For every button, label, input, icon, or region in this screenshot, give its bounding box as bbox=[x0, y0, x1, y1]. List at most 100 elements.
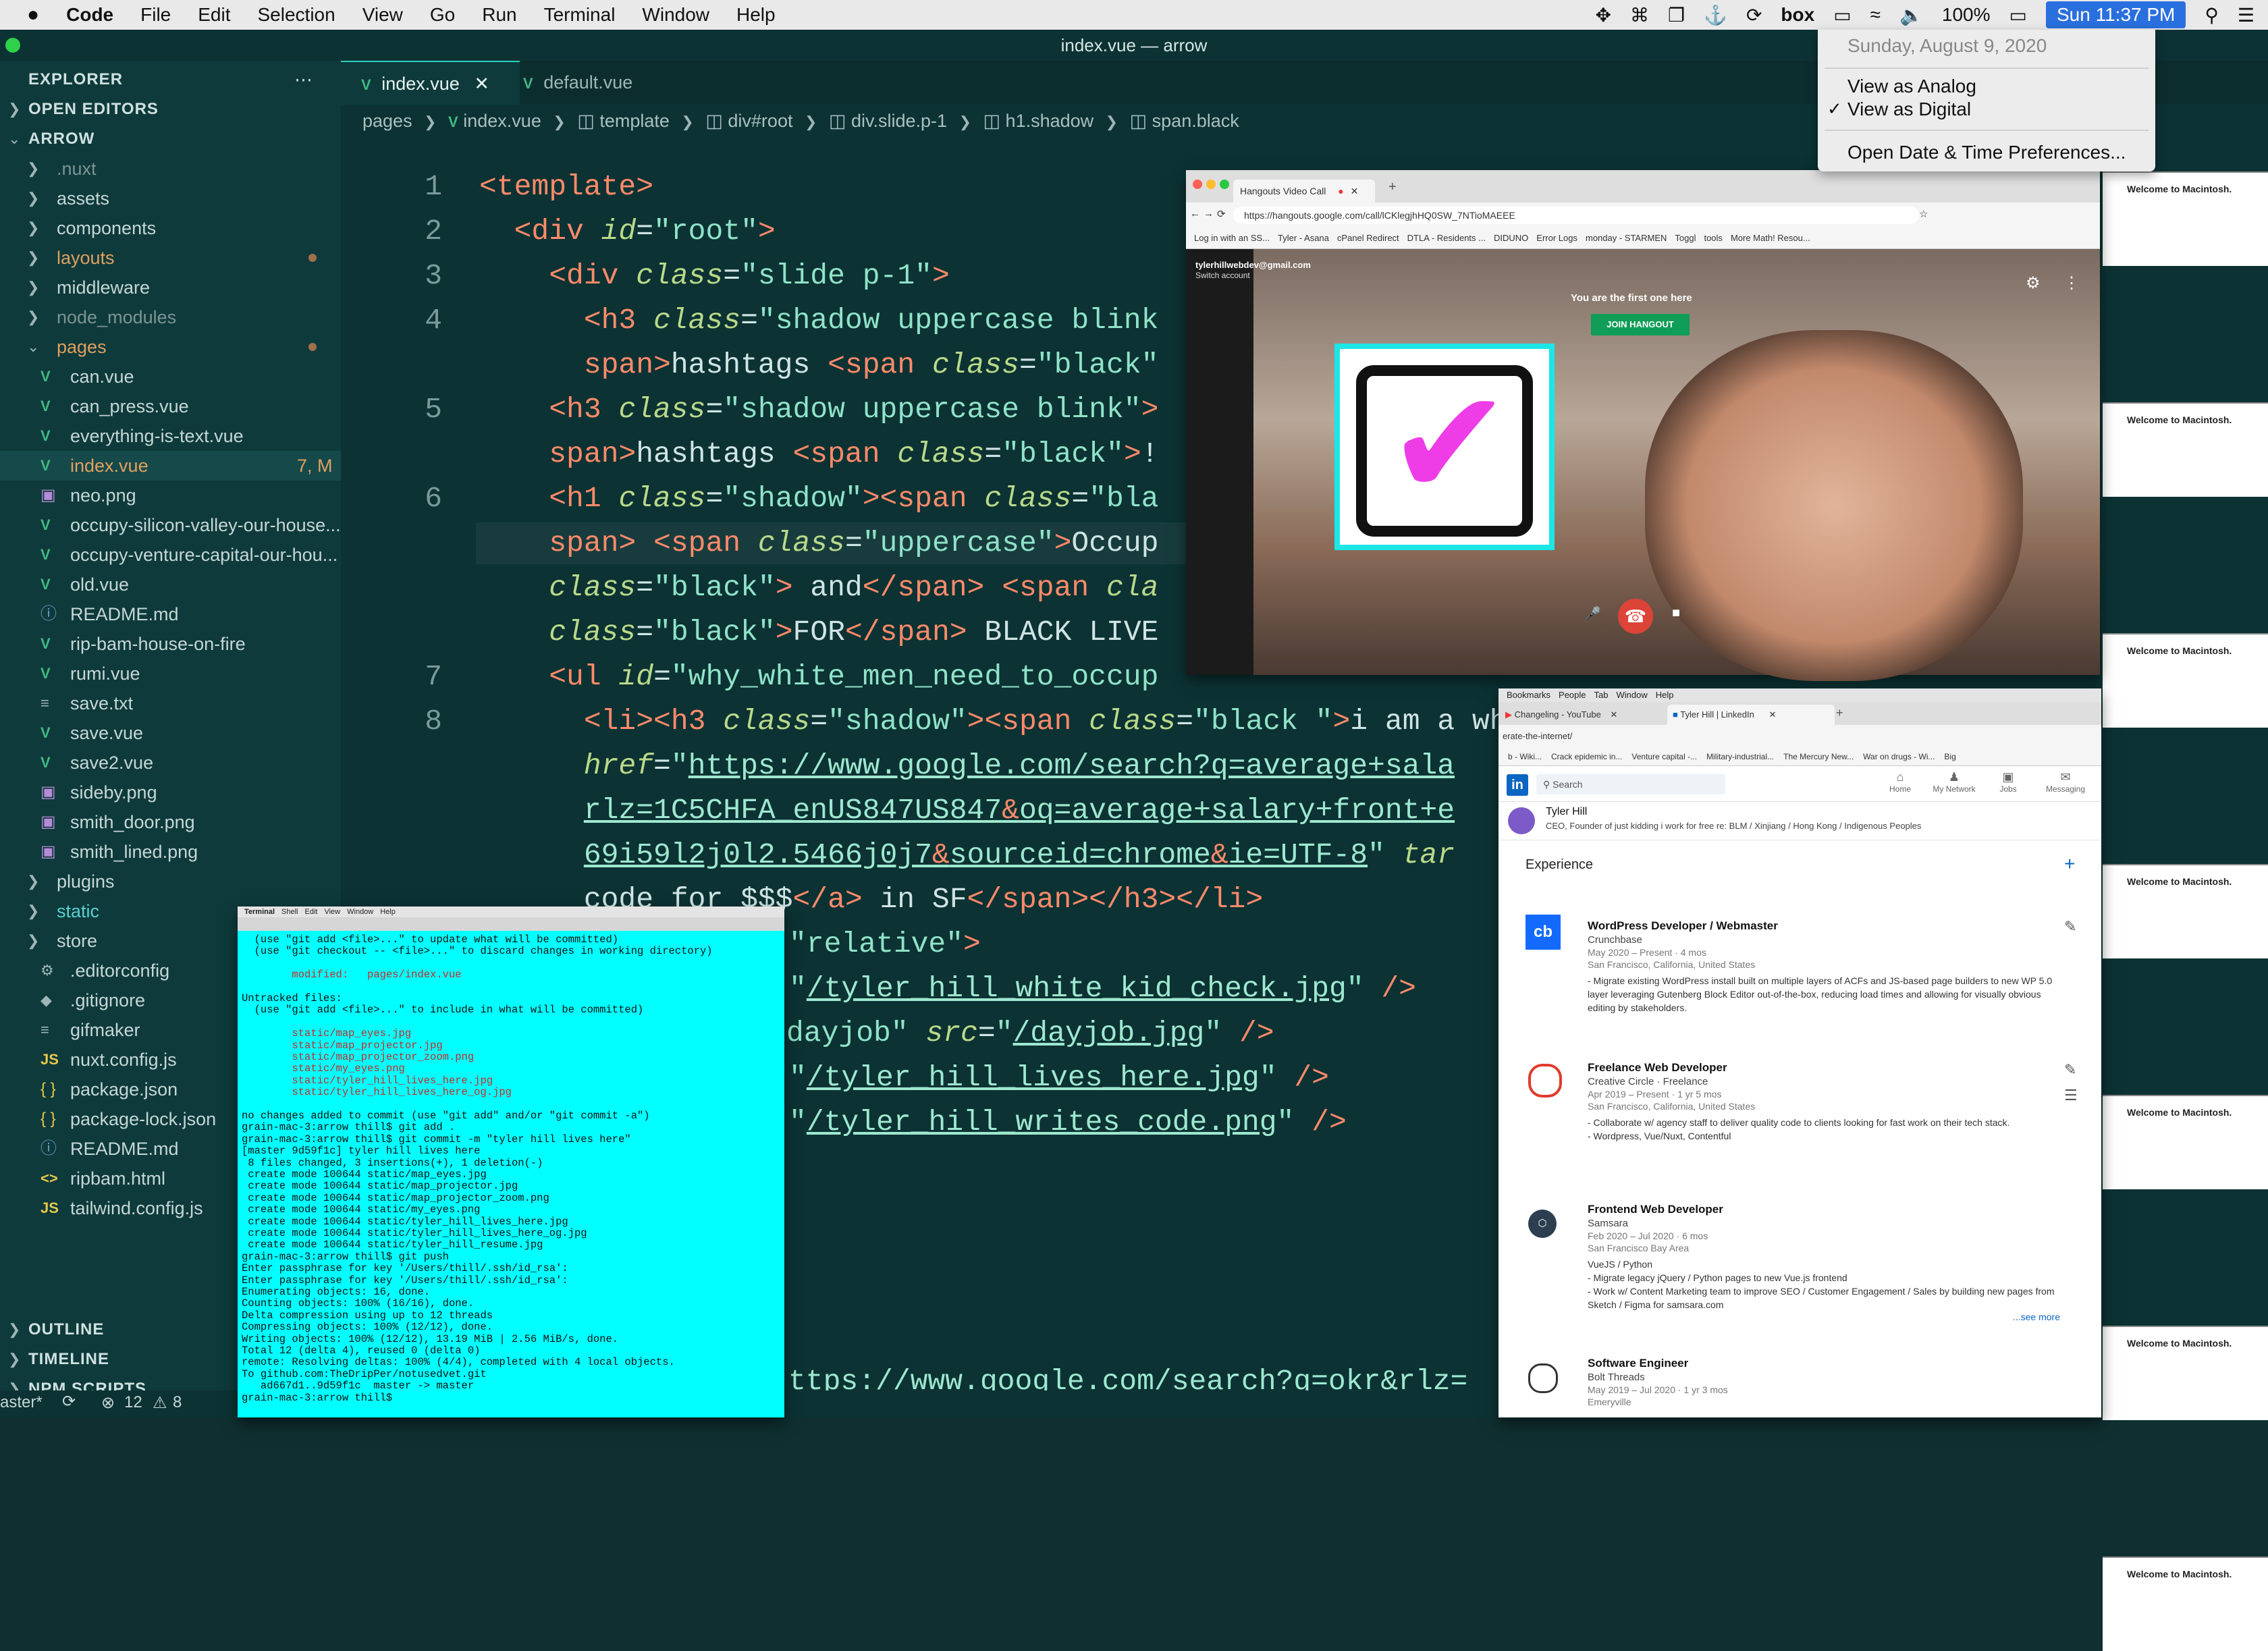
job-title[interactable]: Frontend Web Developer bbox=[1588, 1203, 2060, 1216]
battery-icon[interactable]: ▭ bbox=[2009, 4, 2027, 26]
menu-help[interactable]: Help bbox=[736, 4, 776, 26]
view-analog-item[interactable]: View as Analog bbox=[1847, 76, 1976, 97]
box-icon[interactable]: box bbox=[1781, 4, 1814, 26]
menu-view[interactable]: View bbox=[362, 4, 403, 26]
nav-messaging[interactable]: ✉ Messaging bbox=[2039, 770, 2092, 794]
window-stack-icon[interactable]: ❐ bbox=[1668, 4, 1685, 26]
tree-item[interactable]: Veverything-is-text.vue bbox=[0, 421, 341, 451]
view-digital-item[interactable]: View as Digital bbox=[1847, 99, 1971, 120]
breadcrumb-item[interactable]: div.slide.p-1 bbox=[851, 111, 947, 131]
slide-thumbnail[interactable]: Welcome to Macintosh. bbox=[2103, 1326, 2268, 1420]
tree-item[interactable]: ❯ components bbox=[0, 213, 341, 243]
tree-item[interactable]: Vindex.vue 7, M bbox=[0, 451, 341, 481]
job-title[interactable]: Software Engineer bbox=[1588, 1357, 2060, 1370]
wifi-icon[interactable]: ≈ bbox=[1870, 4, 1881, 26]
close-icon[interactable]: ✕ bbox=[1351, 186, 1359, 196]
warning-icon[interactable]: ⚠ bbox=[153, 1393, 167, 1413]
tree-item[interactable]: ▣ smith_door.png bbox=[0, 807, 341, 837]
close-icon[interactable]: ✕ bbox=[1610, 709, 1617, 720]
search-input[interactable]: ⚲ Search bbox=[1536, 774, 1725, 794]
bookmark-item[interactable]: DIDUNO bbox=[1494, 233, 1528, 243]
tab-index-vue[interactable]: V index.vue ✕ bbox=[341, 61, 520, 105]
tree-item[interactable]: ▣ neo.png bbox=[0, 481, 341, 510]
see-more-link[interactable]: ...see more bbox=[1588, 1311, 2060, 1322]
tab-hangouts[interactable]: Hangouts Video Call ● ✕ bbox=[1233, 180, 1375, 202]
bookmark-item[interactable]: Venture capital -... bbox=[1631, 752, 1697, 761]
join-hangout-button[interactable]: JOIN HANGOUT bbox=[1591, 314, 1690, 335]
volume-icon[interactable]: 🔈 bbox=[1899, 4, 1923, 26]
tree-item[interactable]: ▣ smith_lined.png bbox=[0, 837, 341, 867]
breadcrumb-item[interactable]: template bbox=[599, 111, 670, 131]
nav-my-network[interactable]: ♟ My Network bbox=[1924, 770, 1985, 794]
menu-file[interactable]: File bbox=[140, 4, 171, 26]
tree-item[interactable]: ❯ plugins bbox=[0, 867, 341, 896]
slide-thumbnail[interactable]: Welcome to Macintosh. bbox=[2103, 1095, 2268, 1189]
tree-item[interactable]: ⓘ README.md bbox=[0, 599, 341, 629]
url-text[interactable]: erate-the-internet/ bbox=[1503, 731, 1572, 741]
bookmark-item[interactable]: Big bbox=[1944, 752, 1955, 761]
menu-item[interactable]: Tab bbox=[1594, 690, 1609, 700]
close-window-button[interactable] bbox=[1193, 180, 1202, 189]
more-options-icon[interactable]: ⋮ bbox=[2063, 273, 2080, 293]
camera-icon[interactable]: ■ bbox=[1672, 605, 1680, 621]
bookmark-item[interactable]: b - Wiki... bbox=[1508, 752, 1542, 761]
breadcrumb-item[interactable]: h1.shadow bbox=[1006, 111, 1094, 131]
tree-item[interactable]: Voccupy-silicon-valley-our-house... bbox=[0, 510, 341, 540]
bookmark-item[interactable]: monday - STARMEN bbox=[1586, 233, 1667, 243]
close-icon[interactable]: ✕ bbox=[474, 74, 489, 94]
tree-item[interactable]: ❯ middleware bbox=[0, 273, 341, 302]
star-icon[interactable]: ☆ bbox=[1919, 208, 1928, 220]
error-icon[interactable]: ⊗ bbox=[101, 1393, 115, 1413]
end-call-icon[interactable]: ☎ bbox=[1618, 599, 1653, 634]
linkedin-logo[interactable]: in bbox=[1507, 774, 1528, 796]
edit-pencil-icon[interactable]: ✎ bbox=[2064, 1061, 2076, 1079]
tree-item[interactable]: Vrumi.vue bbox=[0, 659, 341, 688]
tree-item[interactable]: Vcan_press.vue bbox=[0, 391, 341, 421]
tree-item[interactable]: Vold.vue bbox=[0, 570, 341, 599]
new-tab-icon[interactable]: + bbox=[1388, 180, 1397, 195]
sync-icon[interactable]: ⟳ bbox=[1746, 4, 1762, 26]
add-experience-icon[interactable]: + bbox=[2064, 853, 2075, 875]
bookmark-item[interactable]: Tyler - Asana bbox=[1278, 233, 1329, 243]
apple-menu-icon[interactable]: ● bbox=[27, 3, 39, 26]
bookmark-item[interactable]: Toggl bbox=[1675, 233, 1696, 243]
bookmark-item[interactable]: Crack epidemic in... bbox=[1551, 752, 1622, 761]
breadcrumb-item[interactable]: index.vue bbox=[463, 111, 541, 131]
breadcrumb-item[interactable]: pages bbox=[362, 111, 412, 131]
git-branch[interactable]: aster* bbox=[0, 1393, 43, 1412]
menu-edit[interactable]: Edit bbox=[198, 4, 230, 26]
slide-thumbnail[interactable]: Welcome to Macintosh. bbox=[2103, 171, 2268, 266]
tree-item[interactable]: Vsave.vue bbox=[0, 718, 341, 748]
settings-icon[interactable]: ⚙ bbox=[2026, 273, 2041, 293]
bookmark-item[interactable]: More Math! Resou... bbox=[1731, 233, 1810, 243]
menu-item[interactable]: Window bbox=[347, 908, 373, 916]
bookmark-item[interactable]: Log in with an SS... bbox=[1194, 233, 1270, 243]
tree-item[interactable]: Vsave2.vue bbox=[0, 748, 341, 778]
breadcrumb-item[interactable]: span.black bbox=[1152, 111, 1239, 131]
forward-icon[interactable]: → bbox=[1204, 208, 1214, 219]
menu-item[interactable]: Terminal bbox=[244, 908, 275, 916]
close-icon[interactable]: ✕ bbox=[1769, 709, 1776, 720]
tree-item[interactable]: Vrip-bam-house-on-fire bbox=[0, 629, 341, 659]
sync-icon[interactable]: ⟳ bbox=[62, 1392, 76, 1411]
tree-item[interactable]: ❯ .nuxt bbox=[0, 154, 341, 184]
menu-item[interactable]: Edit bbox=[305, 908, 318, 916]
job-title[interactable]: WordPress Developer / Webmaster bbox=[1588, 919, 2060, 933]
slide-thumbnail[interactable]: Welcome to Macintosh. bbox=[2103, 864, 2268, 958]
app-menu[interactable]: Code bbox=[66, 4, 113, 26]
job-title[interactable]: Freelance Web Developer bbox=[1588, 1061, 2060, 1075]
menu-item[interactable]: People bbox=[1559, 690, 1586, 700]
tree-item[interactable]: ❯ node_modules bbox=[0, 302, 341, 332]
bookmark-item[interactable]: Military-industrial... bbox=[1706, 752, 1774, 761]
docker-icon[interactable]: ⚓ bbox=[1704, 4, 1727, 26]
bookmark-item[interactable]: Error Logs bbox=[1536, 233, 1577, 243]
project-section[interactable]: ⌄ ARROW bbox=[0, 124, 341, 154]
tree-item[interactable]: ❯ layouts bbox=[0, 243, 341, 273]
menu-item[interactable]: Help bbox=[380, 908, 396, 916]
tab-default-vue[interactable]: V default.vue bbox=[503, 61, 685, 104]
reload-icon[interactable]: ⟳ bbox=[1217, 208, 1226, 220]
tree-item[interactable]: ≡ save.txt bbox=[0, 688, 341, 718]
breadcrumb-item[interactable]: div#root bbox=[728, 111, 792, 131]
menu-go[interactable]: Go bbox=[430, 4, 455, 26]
clock[interactable]: Sun 11:37 PM bbox=[2046, 1, 2186, 28]
